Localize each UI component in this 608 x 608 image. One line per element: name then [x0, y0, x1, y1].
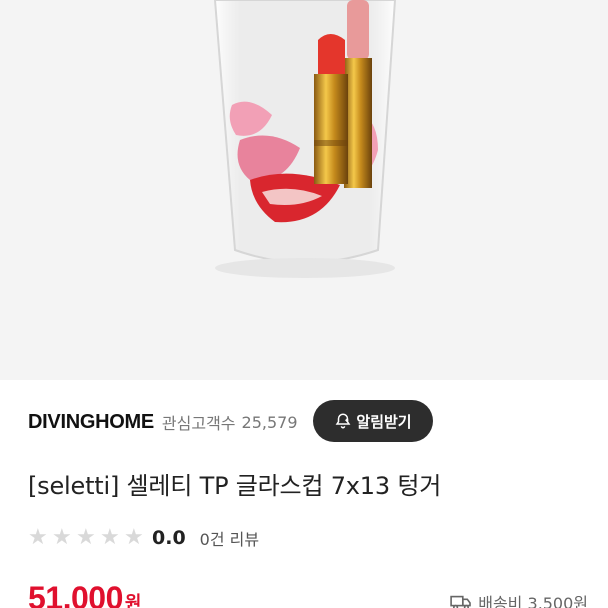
- price-row: 51,000 원 배송비 3,500원: [28, 580, 588, 608]
- truck-icon: [450, 595, 472, 608]
- notify-button-label: 알림받기: [356, 412, 412, 431]
- rating-row[interactable]: ★ ★ ★ ★ ★ 0.0 0건 리뷰: [28, 524, 259, 552]
- star-icon: ★: [76, 525, 96, 550]
- star-icon: ★: [28, 525, 48, 550]
- star-icon: ★: [124, 525, 144, 550]
- star-icon: ★: [52, 525, 72, 550]
- follower-count: 25,579: [241, 412, 298, 432]
- star-icon: ★: [100, 525, 120, 550]
- rating-stars: ★ ★ ★ ★ ★: [28, 527, 148, 549]
- price-unit: 원: [124, 593, 142, 608]
- notify-button[interactable]: 알림받기: [313, 400, 433, 442]
- bell-icon: [335, 413, 351, 429]
- rating-value: 0.0: [152, 527, 186, 549]
- shipping-fee: 배송비 3,500원: [478, 594, 588, 608]
- price: 51,000: [28, 580, 123, 608]
- product-photo-glass-cup: [0, 0, 608, 380]
- product-title: [seletti] 셀레티 TP 글라스컵 7x13 텅거: [28, 472, 442, 500]
- review-count-link[interactable]: 0건 리뷰: [200, 526, 259, 550]
- shipping-info: 배송비 3,500원: [450, 590, 588, 608]
- seller-row: DIVINGHOME 관심고객수 25,579 알림받기: [28, 400, 588, 444]
- seller-name[interactable]: DIVINGHOME: [28, 411, 154, 434]
- product-image[interactable]: [0, 0, 608, 380]
- follower-label: 관심고객수: [161, 414, 236, 433]
